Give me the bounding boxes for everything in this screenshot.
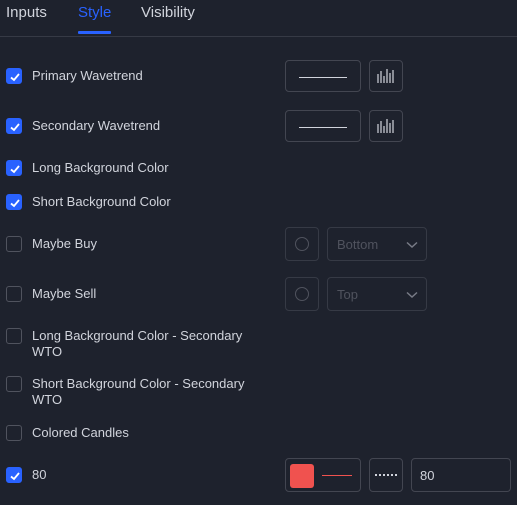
histogram-icon [377,119,394,133]
checkbox-secondary-wavetrend[interactable] [6,118,22,134]
check-icon [10,165,20,174]
location-select[interactable]: Top [327,277,427,311]
style-row-long-background-color: Long Background Color [0,160,517,178]
tab-inputs-label: Inputs [6,4,47,21]
style-row-primary-wavetrend: Primary Wavetrend [0,60,517,92]
line-preview [299,77,347,78]
active-tab-indicator [78,31,112,34]
row-label: Maybe Sell [32,286,97,301]
checkbox-level-80[interactable] [6,467,22,483]
tab-visibility-label: Visibility [141,4,195,21]
line-style-button[interactable] [285,110,361,142]
circle-shape-icon [295,287,309,301]
row-label: Long Background Color [32,160,169,175]
tab-visibility[interactable]: Visibility [141,4,195,22]
checkbox-short-background-color[interactable] [6,194,22,210]
location-select-value: Bottom [337,237,379,252]
location-select[interactable]: Bottom [327,227,427,261]
checkbox-maybe-sell[interactable] [6,286,22,302]
tab-style-label: Style [78,4,112,21]
color-swatch [290,464,314,488]
checkbox-short-background-secondary[interactable] [6,376,22,392]
plot-type-button[interactable] [369,60,403,92]
chevron-down-icon [406,241,418,249]
row-label: Primary Wavetrend [32,68,143,83]
style-row-long-background-secondary: Long Background Color - Secondary WTO [0,328,517,362]
style-row-short-background-color: Short Background Color [0,194,517,212]
checkbox-maybe-buy[interactable] [6,236,22,252]
style-row-maybe-sell: Maybe Sell Top [0,277,517,311]
checkbox-long-background-secondary[interactable] [6,328,22,344]
location-select-value: Top [337,287,358,302]
level-value: 80 [420,468,435,483]
row-label: 80 [32,467,47,482]
plot-type-button[interactable] [369,110,403,142]
tab-inputs[interactable]: Inputs [6,4,47,22]
row-label: Short Background Color - Secondary WTO [32,376,245,407]
color-line-button[interactable] [285,458,361,492]
check-icon [10,472,20,481]
line-style-button[interactable] [285,60,361,92]
style-row-maybe-buy: Maybe Buy Bottom [0,227,517,261]
dotted-line-icon [375,474,397,476]
circle-shape-icon [295,237,309,251]
checkbox-colored-candles[interactable] [6,425,22,441]
check-icon [10,123,20,132]
check-icon [10,199,20,208]
style-row-level-80: 80 80 [0,458,517,492]
tab-style[interactable]: Style [78,4,112,34]
row-label: Long Background Color - Secondary WTO [32,328,243,359]
row-label: Short Background Color [32,194,171,209]
histogram-icon [377,69,394,83]
row-label: Secondary Wavetrend [32,118,161,133]
style-row-colored-candles: Colored Candles [0,425,517,443]
tab-bar: Inputs Style Visibility [0,0,517,37]
line-preview [299,127,347,128]
line-style-button[interactable] [369,458,403,492]
line-preview [322,475,352,476]
checkbox-long-background-color[interactable] [6,160,22,176]
level-value-input[interactable]: 80 [411,458,511,492]
style-row-short-background-secondary: Short Background Color - Secondary WTO [0,376,517,410]
shape-button[interactable] [285,277,319,311]
row-label: Maybe Buy [32,236,98,251]
checkbox-primary-wavetrend[interactable] [6,68,22,84]
check-icon [10,73,20,82]
shape-button[interactable] [285,227,319,261]
style-row-secondary-wavetrend: Secondary Wavetrend [0,110,517,142]
row-label: Colored Candles [32,425,129,440]
chevron-down-icon [406,291,418,299]
